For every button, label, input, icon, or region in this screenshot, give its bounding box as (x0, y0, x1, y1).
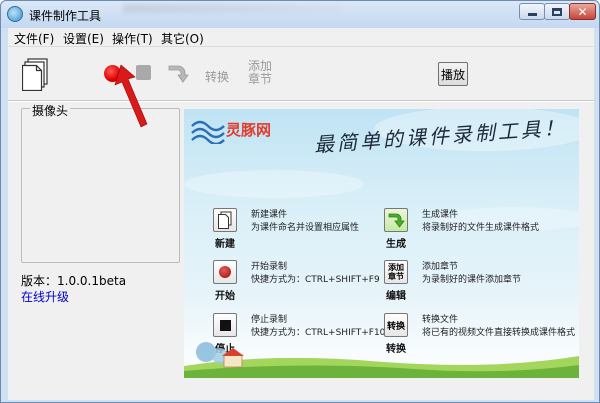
logo-text: 灵豚网 (226, 121, 272, 139)
feature-stop-title: 停止录制 (251, 315, 288, 325)
feature-new-title: 新建课件 (251, 210, 288, 220)
new-document-icon[interactable] (22, 58, 50, 91)
annotation-arrow (114, 64, 148, 128)
blurred-title-area (123, 4, 343, 13)
convert-arrow-icon[interactable] (166, 61, 190, 85)
play-button[interactable]: 播放 (438, 62, 468, 86)
app-logo-icon (7, 6, 23, 22)
feature-new-desc: 为课件命名并设置相应属性 (251, 223, 360, 233)
feature-convert-title: 转换文件 (422, 315, 459, 325)
generate-arrow-icon (388, 213, 405, 228)
menu-operation[interactable]: 操作(T) (112, 30, 153, 47)
feature-new-caption: 新建 (215, 239, 235, 250)
app-window: 课件制作工具 ✕ 文件(F) 设置(E) 操作(T) 其它(O) 转换 添加章节… (0, 0, 600, 403)
menu-file[interactable]: 文件(F) (14, 30, 54, 47)
feature-convert-icon[interactable]: 转换 (384, 313, 408, 337)
feature-new-icon[interactable] (213, 208, 237, 232)
feature-generate-caption: 生成 (386, 239, 406, 250)
grass-illustration (184, 342, 579, 378)
version-label: 版本：1.0.0.1beta (21, 274, 127, 288)
feature-stop-desc: 快捷方式为：CTRL+SHIFT+F10 (251, 328, 386, 338)
maximize-button[interactable] (544, 3, 570, 20)
feature-start-title: 开始录制 (251, 262, 288, 272)
client-area: 文件(F) 设置(E) 操作(T) 其它(O) 转换 添加章节 播放 摄像头 版… (8, 28, 594, 400)
feature-edit-caption: 编辑 (386, 291, 406, 302)
feature-add-chapter-icon[interactable]: 添加章节 (384, 260, 408, 284)
feature-generate-title: 生成课件 (422, 210, 459, 220)
feature-start-desc: 快捷方式为：CTRL+SHIFT+F9 (251, 275, 380, 285)
logo-wave-icon (191, 120, 225, 144)
menu-bar: 文件(F) 设置(E) 操作(T) 其它(O) (8, 28, 594, 47)
maximize-icon (552, 7, 562, 16)
stop-icon (219, 319, 231, 331)
minimize-icon (527, 13, 537, 16)
feature-add-chapter-title: 添加章节 (422, 262, 459, 272)
menu-settings[interactable]: 设置(E) (63, 30, 104, 47)
minimize-button[interactable] (519, 3, 545, 20)
feature-generate-desc: 将录制好的文件生成课件格式 (422, 223, 540, 233)
window-title: 课件制作工具 (29, 9, 102, 23)
menu-other[interactable]: 其它(O) (161, 30, 204, 47)
feature-start-icon[interactable] (213, 260, 237, 284)
feature-add-chapter-desc: 为录制好的课件添加章节 (422, 275, 522, 285)
close-icon: ✕ (577, 4, 588, 19)
feature-start-caption: 开始 (215, 291, 235, 302)
title-bar[interactable]: 课件制作工具 ✕ (1, 1, 599, 28)
close-button[interactable]: ✕ (569, 3, 596, 20)
convert-button[interactable]: 转换 (205, 68, 229, 85)
record-icon (219, 266, 231, 278)
add-chapter-button[interactable]: 添加章节 (248, 60, 274, 86)
feature-generate-icon[interactable] (384, 208, 408, 232)
camera-legend: 摄像头 (30, 102, 71, 119)
toolbar-divider (8, 100, 594, 102)
feature-stop-icon[interactable] (213, 313, 237, 337)
camera-panel: 摄像头 (21, 102, 180, 263)
online-upgrade-link[interactable]: 在线升级 (21, 288, 69, 305)
welcome-banner: 灵豚网 最简单的课件录制工具！ 新建 新建课件 为课件命名并设置相应属性 生成 … (184, 109, 579, 378)
new-document-icon (218, 211, 232, 229)
feature-convert-desc: 将已有的视频文件直接转换成课件格式 (422, 328, 576, 338)
